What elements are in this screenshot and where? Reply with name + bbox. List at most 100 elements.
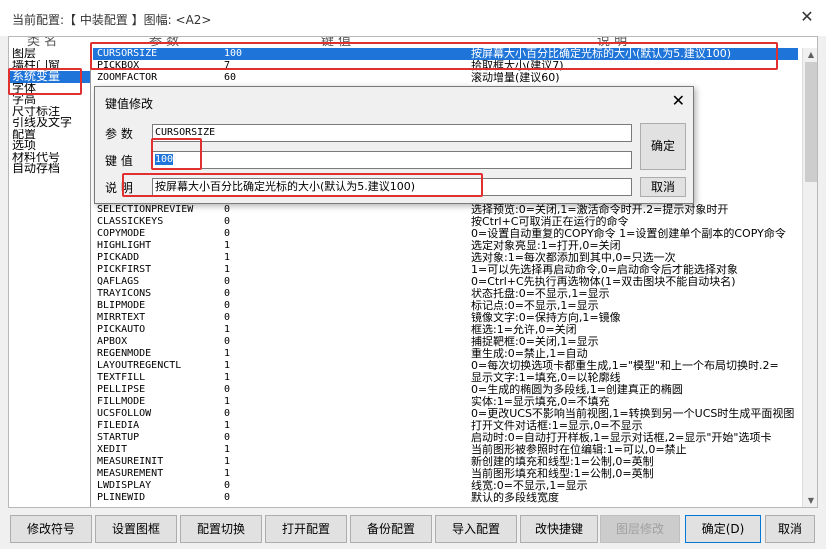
- desc-cell: 选择预览:0=关闭,1=激活命令时开.2=提示对象时开: [471, 204, 729, 216]
- action-button[interactable]: 备份配置: [350, 515, 432, 543]
- scroll-down-icon[interactable]: ▼: [803, 494, 817, 507]
- table-row[interactable]: PICKBOX 7 拾取框大小(建议7): [93, 60, 798, 72]
- action-button[interactable]: 取消: [765, 515, 815, 543]
- action-button[interactable]: 设置图框: [95, 515, 177, 543]
- table-row[interactable]: MEASUREMENT 1 当前图形填充和线型:1=公制,0=英制: [93, 468, 798, 480]
- param-cell: FILEDIA: [97, 420, 140, 431]
- category-item[interactable]: 材料代号: [9, 152, 90, 164]
- value-cell: 1: [224, 348, 231, 359]
- dialog-cancel-button[interactable]: 取消: [640, 177, 686, 197]
- value-cell: 0: [224, 288, 231, 299]
- table-row[interactable]: FILEDIA 1 打开文件对话框:1=显示,0=不显示: [93, 420, 798, 432]
- desc-cell: 按屏幕大小百分比确定光标的大小(默认为5.建议100): [471, 48, 732, 60]
- category-item[interactable]: 字高: [9, 94, 90, 106]
- table-row[interactable]: MEASUREINIT 1 新创建的填充和线型:1=公制,0=英制: [93, 456, 798, 468]
- param-cell: SELECTIONPREVIEW: [97, 204, 194, 215]
- action-button[interactable]: 修改符号: [10, 515, 92, 543]
- value-cell: 1: [224, 252, 231, 263]
- value-cell: 0: [224, 276, 231, 287]
- value-cell: 60: [224, 72, 237, 83]
- category-item[interactable]: 图层: [9, 48, 90, 60]
- table-row[interactable]: SELECTIONPREVIEW 0 选择预览:0=关闭,1=激活命令时开.2=提示…: [93, 204, 798, 216]
- param-cell: PELLIPSE: [97, 384, 146, 395]
- desc-cell: 滚动增量(建议60): [471, 72, 560, 84]
- param-cell: LAYOUTREGENCTL: [97, 360, 182, 371]
- desc-field[interactable]: 按屏幕大小百分比确定光标的大小(默认为5.建议100): [152, 178, 632, 196]
- param-cell: HIGHLIGHT: [97, 240, 152, 251]
- param-cell: MEASUREINIT: [97, 456, 164, 467]
- table-row[interactable]: PICKADD 1 选对象:1=每次都添加到其中,0=只选一次: [93, 252, 798, 264]
- table-row[interactable]: LWDISPLAY 0 线宽:0=不显示,1=显示: [93, 480, 798, 492]
- table-row[interactable]: UCSFOLLOW 0 0=更改UCS不影响当前视图,1=转换到另一个UCS时生成平…: [93, 408, 798, 420]
- param-cell: XEDIT: [97, 444, 128, 455]
- desc-cell: 新创建的填充和线型:1=公制,0=英制: [471, 456, 654, 468]
- value-cell: 100: [224, 48, 243, 59]
- table-row[interactable]: CURSORSIZE 100 按屏幕大小百分比确定光标的大小(默认为5.建议100): [93, 48, 798, 60]
- table-row[interactable]: ZOOMFACTOR 60 滚动增量(建议60): [93, 72, 798, 84]
- table-row[interactable]: PLINEWID 0 默认的多段线宽度: [93, 492, 798, 504]
- action-button[interactable]: 改快捷键: [520, 515, 598, 543]
- category-item[interactable]: 自动存档: [9, 163, 90, 175]
- table-row[interactable]: FILLMODE 1 实体:1=显示填充,0=不填充: [93, 396, 798, 408]
- desc-cell: 按Ctrl+C可取消正在运行的命令: [471, 216, 629, 228]
- desc-cell: 标记点:0=不显示,1=显示: [471, 300, 599, 312]
- category-item[interactable]: 墙柱门窗: [9, 60, 90, 72]
- param-cell: UCSFOLLOW: [97, 408, 152, 419]
- param-cell: FILLMODE: [97, 396, 146, 407]
- param-label: 参 数: [105, 127, 133, 141]
- table-row[interactable]: TRAYICONS 0 状态托盘:0=不显示,1=显示: [93, 288, 798, 300]
- window-title: 当前配置:【 中装配置 】图幅: <A2>: [12, 13, 212, 27]
- category-item[interactable]: 引线及文字: [9, 117, 90, 129]
- value-cell: 0: [224, 312, 231, 323]
- table-row[interactable]: CLASSICKEYS 0 按Ctrl+C可取消正在运行的命令: [93, 216, 798, 228]
- table-row[interactable]: PICKFIRST 1 1=可以先选择再启动命令,0=启动命令后才能选择对象: [93, 264, 798, 276]
- table-row[interactable]: LAYOUTREGENCTL 1 0=每次切换选项卡都重生成,1="模型"和上一个布…: [93, 360, 798, 372]
- dialog-ok-button[interactable]: 确定: [640, 123, 686, 170]
- action-button[interactable]: 确定(D): [685, 515, 761, 543]
- table-row[interactable]: PELLIPSE 0 0=生成的椭圆为多段线,1=创建真正的椭圆: [93, 384, 798, 396]
- scroll-up-icon[interactable]: ▲: [803, 48, 817, 62]
- param-cell: MIRRTEXT: [97, 312, 146, 323]
- category-item[interactable]: 尺寸标注: [9, 106, 90, 118]
- value-field[interactable]: 100: [152, 151, 632, 169]
- param-cell: CURSORSIZE: [97, 48, 158, 59]
- category-item[interactable]: 字体: [9, 83, 90, 95]
- table-row[interactable]: QAFLAGS 0 0=Ctrl+C先执行再选物体(1=双击图块不能自动块名): [93, 276, 798, 288]
- action-button[interactable]: 打开配置: [265, 515, 347, 543]
- action-button[interactable]: 配置切换: [180, 515, 262, 543]
- edit-value-dialog: 键值修改 ✕ 参 数 CURSORSIZE 键 值 100 说 明 按屏幕大小百…: [94, 86, 694, 204]
- table-row[interactable]: APBOX 0 捕捉靶框:0=关闭,1=显示: [93, 336, 798, 348]
- desc-cell: 0=每次切换选项卡都重生成,1="模型"和上一个布局切换时.2=: [471, 360, 779, 372]
- table-row[interactable]: HIGHLIGHT 1 选定对象亮显:1=打开,0=关闭: [93, 240, 798, 252]
- param-cell: PICKBOX: [97, 60, 140, 71]
- table-row[interactable]: TEXTFILL 1 显示文字:1=填充,0=以轮廓线: [93, 372, 798, 384]
- desc-cell: 当前图形填充和线型:1=公制,0=英制: [471, 468, 654, 480]
- scroll-thumb[interactable]: [805, 62, 817, 182]
- value-cell: 7: [224, 60, 231, 71]
- action-button: 图层修改: [600, 515, 680, 543]
- param-cell: CLASSICKEYS: [97, 216, 164, 227]
- category-item[interactable]: 选项: [9, 140, 90, 152]
- category-item[interactable]: 系统变量: [9, 71, 90, 83]
- close-icon[interactable]: ✕: [798, 8, 816, 26]
- table-row[interactable]: XEDIT 1 当前图形被参照时在位编辑:1=可以,0=禁止: [93, 444, 798, 456]
- value-cell: 0: [224, 228, 231, 239]
- table-row[interactable]: REGENMODE 1 重生成:0=禁止,1=自动: [93, 348, 798, 360]
- table-row[interactable]: PICKAUTO 1 框选:1=允许,0=关闭: [93, 324, 798, 336]
- table-row[interactable]: STARTUP 0 启动时:0=自动打开样板,1=显示对话框,2=显示"开始"选项卡: [93, 432, 798, 444]
- param-cell: QAFLAGS: [97, 276, 140, 287]
- category-item[interactable]: 配置: [9, 129, 90, 141]
- value-cell: 1: [224, 240, 231, 251]
- vertical-scrollbar[interactable]: ▲ ▼: [802, 48, 817, 507]
- title-bar: 当前配置:【 中装配置 】图幅: <A2> ✕: [0, 0, 826, 36]
- action-button[interactable]: 导入配置: [435, 515, 517, 543]
- param-cell: PLINEWID: [97, 492, 146, 503]
- table-row[interactable]: COPYMODE 0 0=设置自动重复的COPY命令 1=设置创建单个副本的COPY…: [93, 228, 798, 240]
- desc-cell: 默认的多段线宽度: [471, 492, 559, 504]
- table-row[interactable]: MIRRTEXT 0 镜像文字:0=保持方向,1=镜像: [93, 312, 798, 324]
- value-cell: 0: [224, 480, 231, 491]
- param-cell: LWDISPLAY: [97, 480, 152, 491]
- table-row[interactable]: BLIPMODE 0 标记点:0=不显示,1=显示: [93, 300, 798, 312]
- param-cell: TEXTFILL: [97, 372, 146, 383]
- dialog-close-icon[interactable]: ✕: [672, 91, 685, 110]
